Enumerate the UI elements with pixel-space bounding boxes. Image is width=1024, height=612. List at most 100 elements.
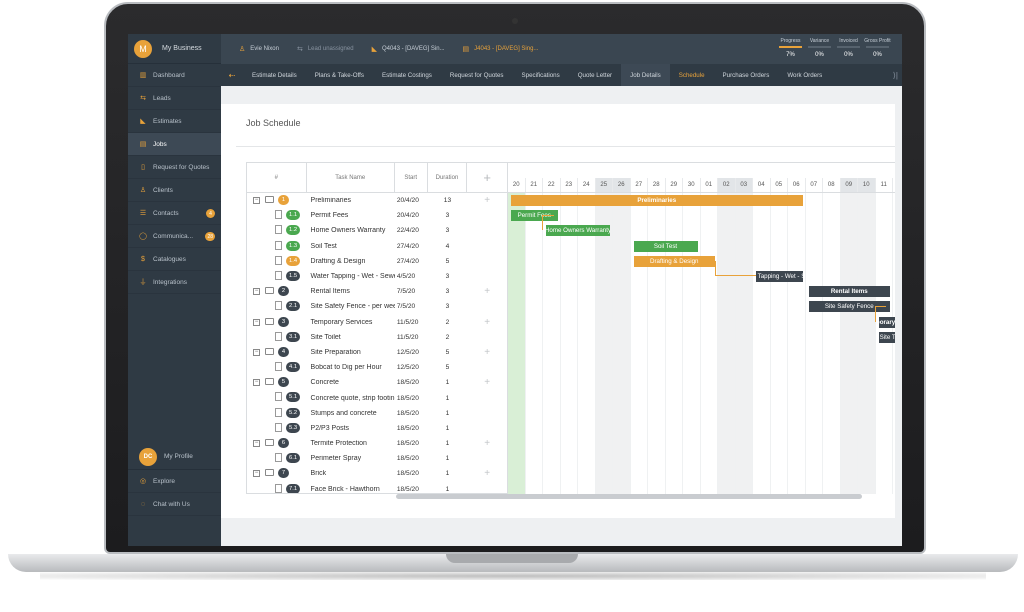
task-name[interactable]: Perimeter Spray <box>307 455 395 462</box>
task-row[interactable]: −5 Concrete 18/5/20 1 + <box>247 375 507 390</box>
add-subtask-icon[interactable]: + <box>467 347 507 358</box>
task-name[interactable]: Bobcat to Dig per Hour <box>307 364 395 371</box>
task-name[interactable]: Permit Fees <box>307 212 395 219</box>
task-row[interactable]: 6.1 Perimeter Spray 18/5/20 1 <box>247 451 507 466</box>
task-row[interactable]: 4.1 Bobcat to Dig per Hour 12/5/20 5 <box>247 360 507 375</box>
task-name[interactable]: Site Preparation <box>307 349 395 356</box>
task-name[interactable]: Concrete quote, strip footings <box>307 395 395 402</box>
task-row[interactable]: −4 Site Preparation 12/5/20 5 + <box>247 345 507 360</box>
collapse-toggle-icon[interactable]: − <box>253 318 260 326</box>
task-row[interactable]: 1.4 Drafting & Design 27/4/20 5 <box>247 254 507 269</box>
add-subtask-icon[interactable]: + <box>467 317 507 328</box>
task-name[interactable]: Rental Items <box>307 288 395 295</box>
task-row[interactable]: 2.1 Site Safety Fence - per week 7/5/20 3 <box>247 299 507 314</box>
user-selector[interactable]: ♙ Evie Nixon <box>239 45 279 53</box>
task-name[interactable]: Site Safety Fence - per week <box>307 303 395 310</box>
laptop-notch <box>446 554 578 563</box>
col-duration[interactable]: Duration <box>428 163 468 192</box>
collapse-toggle-icon[interactable]: − <box>253 379 260 387</box>
tab-schedule[interactable]: Schedule <box>670 64 714 86</box>
sidebar-item-communica[interactable]: ◯ Communica... 28 <box>128 225 221 248</box>
task-row[interactable]: 5.2 Stumps and concrete 18/5/20 1 <box>247 406 507 421</box>
sidebar-item-leads[interactable]: ⇆ Leads <box>128 87 221 110</box>
tab-quote-letter[interactable]: Quote Letter <box>569 64 621 86</box>
task-name[interactable]: P2/P3 Posts <box>307 425 395 432</box>
tab-purchase-orders[interactable]: Purchase Orders <box>714 64 779 86</box>
task-row[interactable]: 1.5 Water Tapping - Wet - Sewer 4/5/20 3 <box>247 269 507 284</box>
task-name[interactable]: Soil Test <box>307 243 395 250</box>
horizontal-scrollbar[interactable] <box>396 494 862 499</box>
task-row[interactable]: 3.1 Site Toilet 11/5/20 2 <box>247 330 507 345</box>
tabs-right-arrow-icon[interactable]: ⟩| <box>893 71 898 80</box>
tab-estimate-details[interactable]: Estimate Details <box>243 64 306 86</box>
sidebar-item-request-for-quotes[interactable]: ▯ Request for Quotes <box>128 156 221 179</box>
task-row[interactable]: 5.1 Concrete quote, strip footings 18/5/20… <box>247 390 507 405</box>
tab-estimate-costings[interactable]: Estimate Costings <box>373 64 441 86</box>
task-name[interactable]: Home Owners Warranty <box>307 227 395 234</box>
collapse-toggle-icon[interactable]: − <box>253 197 260 204</box>
task-name[interactable]: Face Brick - Hawthorn <box>307 486 395 493</box>
add-subtask-icon[interactable]: + <box>467 377 507 388</box>
task-name[interactable]: Temporary Services <box>307 319 395 326</box>
sidebar-item-catalogues[interactable]: $ Catalogues <box>128 248 221 271</box>
job-link[interactable]: ▤ J4043 - [DAVEG] Sing... <box>463 45 539 53</box>
lead-selector[interactable]: ⇆ Lead unassigned <box>297 45 354 53</box>
task-name[interactable]: Drafting & Design <box>307 258 395 265</box>
task-row[interactable]: 5.3 P2/P3 Posts 18/5/20 1 <box>247 421 507 436</box>
sidebar-item-contacts[interactable]: ☰ Contacts 4 <box>128 202 221 225</box>
gantt-bar[interactable]: Water Tapping - Wet - Sewer <box>756 271 803 282</box>
gantt-bar[interactable]: Soil Test <box>633 240 698 252</box>
collapse-toggle-icon[interactable]: − <box>253 288 260 296</box>
tab-work-orders[interactable]: Work Orders <box>778 64 831 86</box>
sidebar-item-clients[interactable]: ♙ Clients <box>128 179 221 202</box>
collapse-toggle-icon[interactable]: − <box>253 470 260 478</box>
gantt-bar[interactable]: Rental Items <box>808 286 890 298</box>
tab-specifications[interactable]: Specifications <box>513 64 569 86</box>
task-row[interactable]: −3 Temporary Services 11/5/20 2 + <box>247 315 507 330</box>
explore-label: Explore <box>153 477 176 485</box>
add-subtask-icon[interactable]: + <box>467 195 507 206</box>
collapse-toggle-icon[interactable]: − <box>253 440 260 447</box>
col-start[interactable]: Start <box>395 163 428 192</box>
task-name[interactable]: Site Toilet <box>307 334 395 341</box>
sidebar-item-estimates[interactable]: ◣ Estimates <box>128 110 221 133</box>
tab-plans-take-offs[interactable]: Plans & Take-Offs <box>306 64 373 86</box>
task-name[interactable]: Stumps and concrete <box>307 410 395 417</box>
sidebar-item-jobs[interactable]: ▤ Jobs <box>128 133 221 156</box>
add-subtask-icon[interactable]: + <box>467 286 507 297</box>
task-name[interactable]: Termite Protection <box>307 440 395 447</box>
gantt-bar[interactable]: Home Owners Warranty <box>546 225 610 237</box>
task-name[interactable]: Concrete <box>307 379 395 386</box>
task-row[interactable]: −1 Preliminaries 20/4/20 13 + <box>247 193 507 208</box>
task-number-badge: 4.1 <box>286 362 301 373</box>
add-subtask-icon[interactable]: + <box>467 468 507 479</box>
col-task-name[interactable]: Task Name <box>307 163 395 192</box>
explore-link[interactable]: ◎ Explore <box>128 470 221 493</box>
task-name[interactable]: Brick <box>307 470 395 477</box>
task-name[interactable]: Water Tapping - Wet - Sewer <box>307 273 395 280</box>
chat-with-us-link[interactable]: ◌ Chat with Us <box>128 493 221 516</box>
tabs-left-arrow-icon[interactable]: ⇠ <box>221 71 243 80</box>
task-row[interactable]: 1.3 Soil Test 27/4/20 4 <box>247 239 507 254</box>
task-row[interactable]: −2 Rental Items 7/5/20 3 + <box>247 284 507 299</box>
task-name[interactable]: Preliminaries <box>307 197 395 204</box>
task-row[interactable]: 1.2 Home Owners Warranty 22/4/20 3 <box>247 223 507 238</box>
add-subtask-icon[interactable]: + <box>467 438 507 449</box>
task-row[interactable]: −7 Brick 18/5/20 1 + <box>247 466 507 481</box>
tab-job-details[interactable]: Job Details <box>621 64 670 86</box>
my-profile-link[interactable]: DC My Profile <box>128 444 221 470</box>
task-row[interactable]: 1.1 Permit Fees 20/4/20 3 <box>247 208 507 223</box>
task-row[interactable]: −6 Termite Protection 18/5/20 1 + <box>247 436 507 451</box>
quote-link[interactable]: ◣ Q4043 - [DAVEG] Sin... <box>372 45 445 53</box>
task-start: 22/4/20 <box>396 227 419 235</box>
task-row[interactable]: 7.1 Face Brick - Hawthorn 18/5/20 1 <box>247 482 507 493</box>
sidebar-header[interactable]: M My Business <box>128 34 221 64</box>
tab-request-for-quotes[interactable]: Request for Quotes <box>441 64 513 86</box>
sidebar-item-integrations[interactable]: ⏚ Integrations <box>128 271 221 294</box>
add-task-header-icon[interactable]: + <box>467 163 507 192</box>
collapse-toggle-icon[interactable]: − <box>253 348 260 356</box>
gantt-bar[interactable]: Preliminaries <box>511 195 803 206</box>
gantt-bar[interactable]: Drafting & Design <box>633 255 715 267</box>
sidebar-item-dashboard[interactable]: ▥ Dashboard <box>128 64 221 87</box>
gantt-bar[interactable]: Site Toilet <box>878 331 895 343</box>
